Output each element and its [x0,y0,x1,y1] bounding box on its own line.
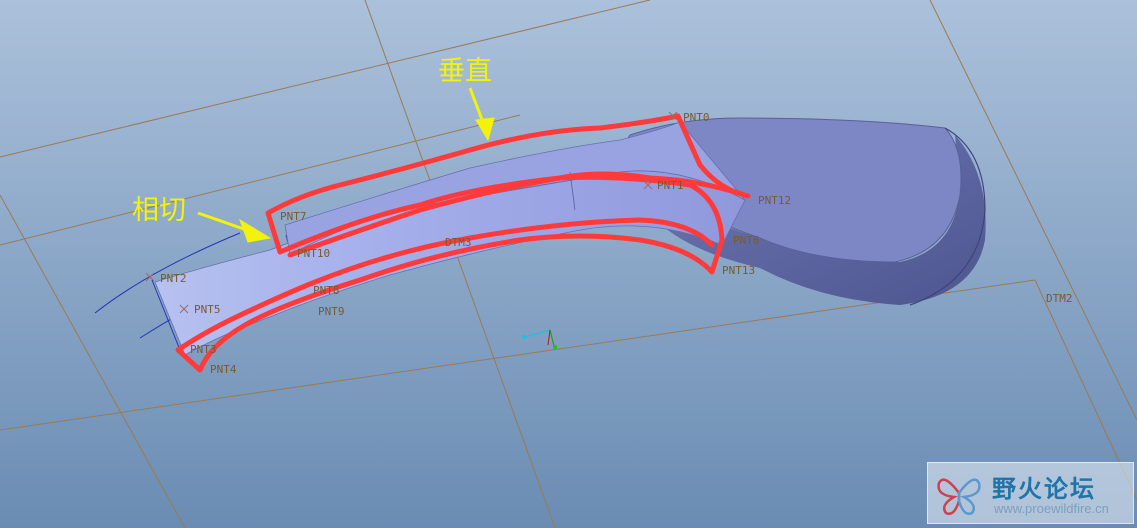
point-label-pnt4[interactable]: PNT4 [210,363,237,376]
point-label-pnt5[interactable]: PNT5 [194,303,221,316]
datum-label-dtm3[interactable]: DTM3 [445,236,472,249]
forum-watermark: 野火论坛 www.proewildfire.cn [927,462,1134,524]
callout-vertical: 垂直 [438,56,492,87]
point-label-pnt0[interactable]: PNT0 [683,111,710,124]
point-label-pnt13[interactable]: PNT13 [722,264,755,277]
point-label-pnt9[interactable]: PNT9 [318,305,345,318]
point-label-pnt6[interactable]: PNT6 [733,234,760,247]
model-scene[interactable]: 相切 垂直 PNT0 PNT1 PNT12 PNT6 PNT13 PNT7 PN… [0,0,1137,528]
watermark-title: 野火论坛 [992,475,1096,503]
butterfly-logo-icon [937,478,981,515]
point-label-pnt2[interactable]: PNT2 [160,272,187,285]
point-label-pnt7[interactable]: PNT7 [280,210,307,223]
point-label-pnt8[interactable]: PNT8 [313,284,340,297]
datum-label-dtm2[interactable]: DTM2 [1046,292,1073,305]
watermark-url: www.proewildfire.cn [994,501,1109,516]
callout-tangent: 相切 [132,195,186,226]
model-viewport[interactable]: 相切 垂直 PNT0 PNT1 PNT12 PNT6 PNT13 PNT7 PN… [0,0,1137,528]
point-label-pnt3[interactable]: PNT3 [190,343,217,356]
point-label-pnt12[interactable]: PNT12 [758,194,791,207]
point-label-pnt10[interactable]: PNT10 [297,247,330,260]
point-label-pnt1[interactable]: PNT1 [657,179,684,192]
